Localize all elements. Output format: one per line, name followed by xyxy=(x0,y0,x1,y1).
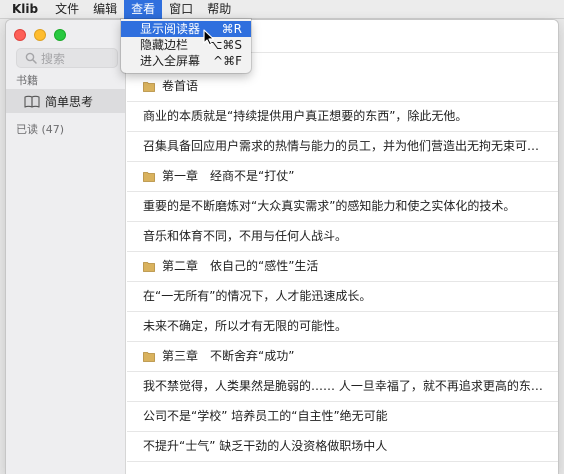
chapter-title: 卷首语 xyxy=(162,79,199,93)
highlight-row[interactable]: 音乐和体育不同，不用与任何人战斗。 xyxy=(127,222,558,252)
highlight-row[interactable]: 重要的是不断磨炼对“大众真实需求”的感知能力和使之实体化的技术。 xyxy=(127,192,558,222)
chapter-row[interactable]: 卷首语 xyxy=(127,72,558,102)
highlight-text: 商业的本质就是“持续提供用户真正想要的东西”，除此无他。 xyxy=(143,109,468,123)
sidebar-book-label: 简单思考 xyxy=(45,94,94,109)
menu-edit[interactable]: 编辑 xyxy=(86,0,124,19)
highlight-text: 召集具备回应用户需求的热情与能力的员工，并为他们营造出无拘无束可最大限度发挥能力… xyxy=(143,139,548,153)
menu-file[interactable]: 文件 xyxy=(48,0,86,19)
chapter-folder-icon xyxy=(143,352,155,362)
highlight-row[interactable]: 在“一无所有”的情况下，人才能迅速成长。 xyxy=(127,282,558,312)
highlight-row[interactable]: 召集具备回应用户需求的热情与能力的员工，并为他们营造出无拘无束可最大限度发挥能力… xyxy=(127,132,558,162)
content-pane: 卷首语商业的本质就是“持续提供用户真正想要的东西”，除此无他。召集具备回应用户需… xyxy=(127,20,558,474)
highlight-text: 公司不是“学校” 培养员工的“自主性”绝无可能 xyxy=(143,409,388,423)
close-window-button[interactable] xyxy=(14,29,26,41)
chapter-folder-icon xyxy=(143,82,155,92)
sidebar: 搜索 书籍 简单思考 已读 (47) xyxy=(6,20,126,474)
mouse-cursor-icon xyxy=(203,29,215,46)
highlight-row[interactable]: 公司不是“学校” 培养员工的“自主性”绝无可能 xyxy=(127,402,558,432)
menu-window[interactable]: 窗口 xyxy=(162,0,200,19)
search-icon xyxy=(25,52,37,64)
app-menu[interactable]: Klib xyxy=(0,0,48,19)
open-book-icon xyxy=(24,95,40,108)
highlight-row[interactable]: 未来不确定，所以才有无限的可能性。 xyxy=(127,312,558,342)
menu-item-shortcut: ⌘R xyxy=(221,22,242,36)
menu-item-label: 隐藏边栏 xyxy=(140,38,189,52)
highlight-text: 音乐和体育不同，不用与任何人战斗。 xyxy=(143,229,348,243)
chapter-title: 第二章 依自己的“感性”生活 xyxy=(162,259,319,273)
highlight-text: 不提升“士气” 缺乏干劲的人没资格做职场中人 xyxy=(143,439,388,453)
menu-bar: Klib 文件 编辑 查看 窗口 帮助 xyxy=(0,0,564,19)
view-menu-dropdown: 显示阅读器 ⌘R 隐藏边栏 ⌥⌘S 进入全屏幕 ^⌘F xyxy=(121,19,251,73)
chapter-folder-icon xyxy=(143,262,155,272)
chapter-folder-icon xyxy=(143,172,155,182)
highlight-text: 在“一无所有”的情况下，人才能迅速成长。 xyxy=(143,289,372,303)
read-section-title[interactable]: 已读 (47) xyxy=(16,121,64,137)
view-menu-item[interactable]: 显示阅读器 ⌘R xyxy=(121,21,251,37)
window-controls xyxy=(14,29,66,41)
search-placeholder: 搜索 xyxy=(41,51,66,66)
menu-item-label: 显示阅读器 xyxy=(140,22,201,36)
menu-item-shortcut: ^⌘F xyxy=(213,54,242,68)
books-section-title: 书籍 xyxy=(16,74,38,87)
highlight-list: 卷首语商业的本质就是“持续提供用户真正想要的东西”，除此无他。召集具备回应用户需… xyxy=(127,72,558,462)
chapter-title: 第一章 经商不是“打仗” xyxy=(162,169,295,183)
highlight-text: 我不禁觉得，人类果然是脆弱的…… 人一旦幸福了，就不再追求更高的东西。 xyxy=(143,379,548,393)
menu-item-label: 进入全屏幕 xyxy=(140,54,201,68)
menu-view[interactable]: 查看 xyxy=(124,0,163,19)
highlight-text: 未来不确定，所以才有无限的可能性。 xyxy=(143,319,348,333)
view-menu-item[interactable]: 进入全屏幕 ^⌘F xyxy=(121,53,251,69)
highlight-text: 重要的是不断磨炼对“大众真实需求”的感知能力和使之实体化的技术。 xyxy=(143,199,516,213)
app-window: 搜索 书籍 简单思考 已读 (47) 卷首语商业的本质就是“持续提供用户真正想要… xyxy=(6,20,558,474)
highlight-row[interactable]: 不提升“士气” 缺乏干劲的人没资格做职场中人 xyxy=(127,432,558,462)
minimize-window-button[interactable] xyxy=(34,29,46,41)
sidebar-book-item[interactable]: 简单思考 xyxy=(6,89,125,113)
search-input[interactable]: 搜索 xyxy=(16,48,118,68)
highlight-row[interactable]: 商业的本质就是“持续提供用户真正想要的东西”，除此无他。 xyxy=(127,102,558,132)
zoom-window-button[interactable] xyxy=(54,29,66,41)
chapter-title: 第三章 不断舍弃“成功” xyxy=(162,349,295,363)
chapter-row[interactable]: 第二章 依自己的“感性”生活 xyxy=(127,252,558,282)
chapter-row[interactable]: 第三章 不断舍弃“成功” xyxy=(127,342,558,372)
highlight-row[interactable]: 我不禁觉得，人类果然是脆弱的…… 人一旦幸福了，就不再追求更高的东西。 xyxy=(127,372,558,402)
menu-help[interactable]: 帮助 xyxy=(200,0,238,19)
view-menu-item[interactable]: 隐藏边栏 ⌥⌘S xyxy=(121,37,251,53)
chapter-row[interactable]: 第一章 经商不是“打仗” xyxy=(127,162,558,192)
